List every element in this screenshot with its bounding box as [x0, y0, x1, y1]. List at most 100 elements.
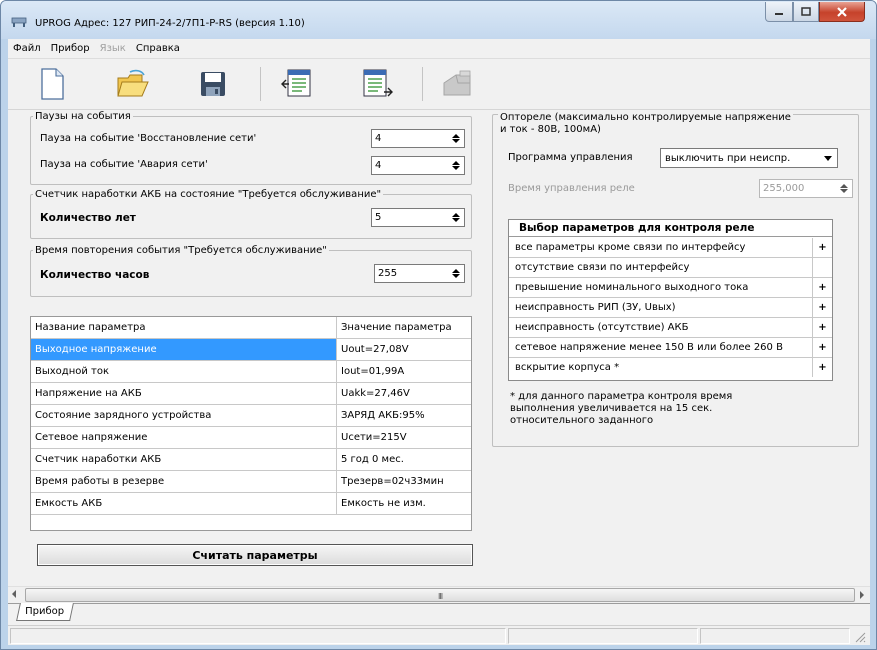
- relay-parameters-table[interactable]: Выбор параметров для контроля реле все п…: [508, 219, 833, 381]
- spinner-arrows-icon[interactable]: [450, 266, 462, 281]
- table-row[interactable]: Напряжение на АКБ Uakk=27,46V: [31, 383, 471, 405]
- column-header-name[interactable]: Название параметра: [31, 317, 337, 338]
- years-label: Количество лет: [40, 212, 136, 224]
- save-button[interactable]: [196, 65, 230, 103]
- relay-param-mark[interactable]: +: [813, 338, 832, 357]
- relay-param-mark[interactable]: +: [813, 358, 832, 377]
- spinner-arrows-icon[interactable]: [450, 158, 462, 173]
- table-row[interactable]: Выходное напряжение Uout=27,08V: [31, 339, 471, 361]
- pauses-legend: Паузы на события: [35, 111, 131, 122]
- relay-legend: Оптореле (максимально контролируемые нап…: [498, 112, 793, 136]
- close-button[interactable]: [819, 2, 865, 22]
- relay-row[interactable]: отсутствие связи по интерфейсу: [509, 258, 832, 278]
- relay-param-mark[interactable]: +: [813, 298, 832, 317]
- relay-note-line3: относительного заданного: [510, 415, 654, 426]
- tab-device[interactable]: Прибор: [16, 603, 74, 621]
- menu-help[interactable]: Справка: [136, 43, 180, 54]
- fault-pause-value: 4: [375, 160, 382, 171]
- table-row[interactable]: Выходной ток Iout=01,99A: [31, 361, 471, 383]
- param-name: Выходное напряжение: [31, 339, 337, 360]
- open-folder-icon: [117, 69, 149, 97]
- restore-pause-label: Пауза на событие 'Восстановление сети': [40, 133, 257, 144]
- relay-row[interactable]: сетевое напряжение менее 150 В или более…: [509, 338, 832, 358]
- toolbar: [8, 59, 870, 110]
- table-row[interactable]: Состояние зарядного устройства ЗАРЯД АКБ…: [31, 405, 471, 427]
- new-button[interactable]: [35, 65, 69, 103]
- fault-pause-spinner[interactable]: 4: [371, 156, 465, 175]
- write-device-icon: [363, 69, 393, 97]
- table-row[interactable]: Время работы в резерве Трезерв=02ч33мин: [31, 471, 471, 493]
- relay-table-title: Выбор параметров для контроля реле: [509, 220, 832, 237]
- hours-value: 255: [378, 268, 398, 279]
- relay-row[interactable]: неисправность (отсутствие) АКБ +: [509, 318, 832, 338]
- param-value: 5 год 0 мес.: [341, 454, 404, 465]
- relay-note-line1: * для данного параметра контроля время: [510, 391, 733, 402]
- hours-spinner[interactable]: 255: [374, 264, 465, 283]
- param-value: Uout=27,08V: [341, 344, 409, 355]
- resize-grip-icon[interactable]: [854, 631, 866, 643]
- table-row[interactable]: Емкость АКБ Емкость не изм.: [31, 493, 471, 515]
- scrollbar-thumb[interactable]: III: [25, 588, 855, 602]
- save-floppy-icon: [201, 72, 225, 96]
- read-device-icon: [281, 69, 311, 97]
- window-title: UPROG Адрес: 127 РИП-24-2/7П1-P-RS (верс…: [35, 18, 305, 29]
- param-name: Состояние зарядного устройства: [31, 405, 337, 426]
- column-header-value[interactable]: Значение параметра: [337, 317, 471, 338]
- fault-pause-label: Пауза на событие 'Авария сети': [40, 159, 208, 170]
- param-name: Выходной ток: [31, 361, 337, 382]
- param-value: ЗАРЯД АКБ:95%: [341, 410, 425, 421]
- relay-param-name: неисправность РИП (ЗУ, Uвых): [509, 298, 813, 317]
- scroll-right-icon[interactable]: [860, 591, 864, 599]
- status-panel: [700, 628, 850, 644]
- spinner-arrows-icon[interactable]: [450, 131, 462, 146]
- program-label: Программа управления: [508, 152, 633, 163]
- minimize-button[interactable]: [765, 2, 793, 22]
- app-icon: [11, 17, 27, 27]
- table-row[interactable]: Сетевое напряжение Uсети=215V: [31, 427, 471, 449]
- scrollbar-grip: III: [438, 592, 443, 601]
- relay-row[interactable]: вскрытие корпуса * +: [509, 358, 832, 378]
- program-value: выключить при неиспр.: [665, 152, 791, 164]
- relay-param-mark[interactable]: +: [813, 318, 832, 337]
- repeat-legend: Время повторения события "Требуется обсл…: [35, 245, 327, 256]
- relay-row[interactable]: превышение номинального выходного тока +: [509, 278, 832, 298]
- scroll-left-icon[interactable]: [12, 590, 16, 598]
- minimize-icon: [775, 12, 783, 15]
- table-row[interactable]: Счетчик наработки АКБ 5 год 0 мес.: [31, 449, 471, 471]
- horizontal-scrollbar[interactable]: III: [8, 586, 870, 603]
- open-button[interactable]: [116, 65, 150, 103]
- relay-param-name: неисправность (отсутствие) АКБ: [509, 318, 813, 337]
- write-device-button[interactable]: [360, 65, 394, 103]
- menu-device[interactable]: Прибор: [51, 43, 90, 54]
- param-name: Время работы в резерве: [31, 471, 337, 492]
- title-bar[interactable]: UPROG Адрес: 127 РИП-24-2/7П1-P-RS (верс…: [1, 1, 876, 39]
- param-name: Емкость АКБ: [31, 493, 337, 514]
- relay-time-label: Время управления реле: [508, 183, 635, 194]
- device-disabled-icon: [443, 70, 471, 96]
- table-header-row: Название параметра Значение параметра: [31, 317, 471, 339]
- relay-legend-line2: и ток - 80В, 100мА): [500, 124, 601, 135]
- restore-pause-spinner[interactable]: 4: [371, 129, 465, 148]
- read-device-button[interactable]: [280, 65, 314, 103]
- relay-param-mark[interactable]: +: [813, 238, 832, 257]
- relay-row[interactable]: все параметры кроме связи по интерфейсу …: [509, 238, 832, 258]
- hours-label: Количество часов: [40, 269, 150, 281]
- menu-bar: Файл Прибор Язык Справка: [8, 39, 870, 59]
- relay-param-name: вскрытие корпуса *: [509, 358, 813, 377]
- menu-file[interactable]: Файл: [13, 43, 41, 54]
- relay-row[interactable]: неисправность РИП (ЗУ, Uвых) +: [509, 298, 832, 318]
- spinner-arrows-icon[interactable]: [450, 210, 462, 225]
- chevron-down-icon[interactable]: [820, 150, 836, 166]
- parameters-table[interactable]: Название параметра Значение параметра Вы…: [30, 316, 472, 531]
- param-name: Напряжение на АКБ: [31, 383, 337, 404]
- relay-param-mark[interactable]: [813, 258, 832, 277]
- relay-time-value: 255,000: [763, 183, 805, 194]
- spinner-arrows-icon: [838, 181, 850, 196]
- maximize-button[interactable]: [793, 2, 819, 22]
- menu-language: Язык: [99, 43, 126, 54]
- years-spinner[interactable]: 5: [371, 208, 465, 227]
- program-select[interactable]: выключить при неиспр.: [660, 148, 838, 168]
- param-value: Iout=01,99A: [341, 366, 405, 377]
- relay-param-mark[interactable]: +: [813, 278, 832, 297]
- read-parameters-button[interactable]: Считать параметры: [37, 544, 473, 566]
